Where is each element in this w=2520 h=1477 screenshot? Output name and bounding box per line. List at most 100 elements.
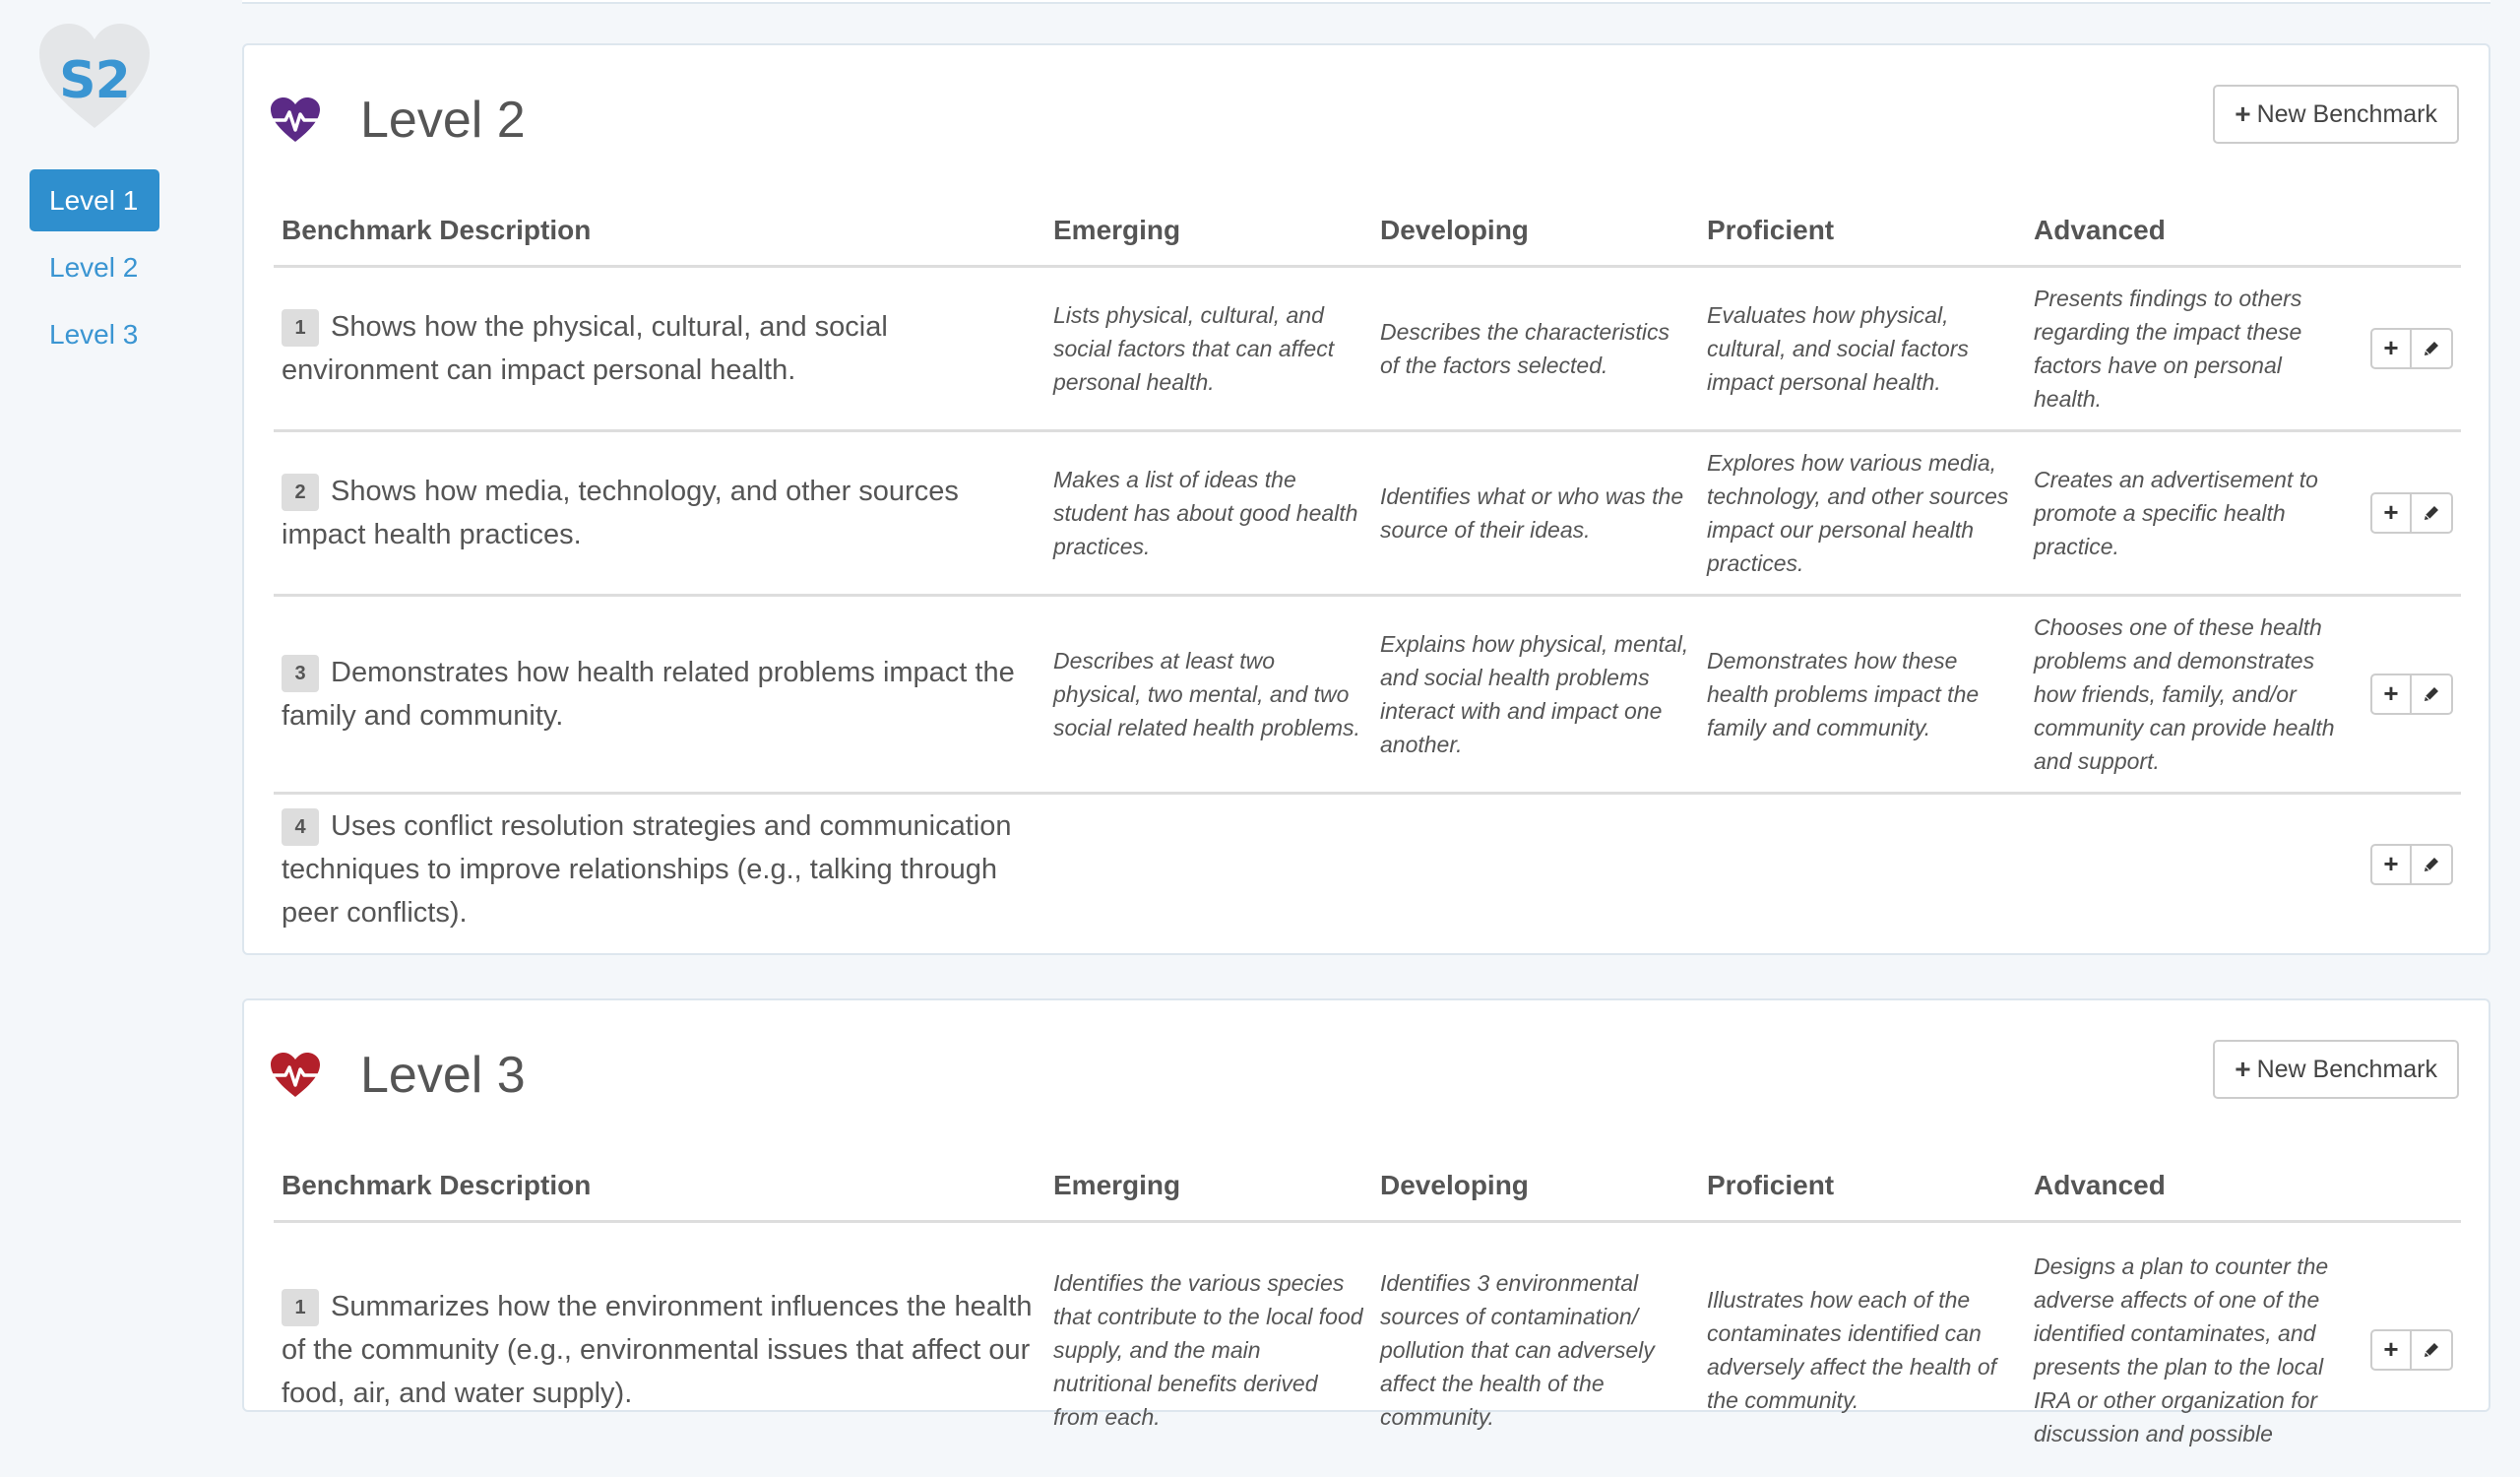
advanced-cell: Creates an advertisement to promote a sp…	[2026, 430, 2353, 597]
sidebar-item-level-2[interactable]: Level 2	[30, 236, 159, 298]
level-panel-3: Level 3 + New Benchmark Benchmark Descri…	[242, 998, 2490, 1446]
panel-header: Level 2	[270, 81, 526, 160]
benchmark-text: Shows how the physical, cultural, and so…	[282, 310, 888, 386]
proficient-cell: Demonstrates how these health problems i…	[1699, 595, 2026, 795]
col-header-description: Benchmark Description	[274, 193, 1045, 268]
benchmark-text: Demonstrates how health related problems…	[282, 656, 1015, 732]
advanced-cell: Presents findings to others regarding th…	[2026, 266, 2353, 432]
emerging-cell	[1045, 793, 1372, 950]
add-button[interactable]: +	[2370, 327, 2412, 369]
row-actions: +	[2361, 673, 2453, 715]
row-actions: +	[2361, 327, 2453, 369]
benchmark-table: Benchmark Description Emerging Developin…	[274, 1148, 2461, 1477]
col-header-proficient: Proficient	[1699, 1148, 2026, 1223]
sidebar: S2 Level 1 Level 2 Level 3	[0, 0, 197, 1375]
col-header-actions	[2353, 1148, 2461, 1223]
developing-cell: Identifies 3 environmental sources of co…	[1380, 1269, 1655, 1430]
edit-button[interactable]	[2412, 1328, 2453, 1371]
add-button[interactable]: +	[2370, 491, 2412, 534]
row-actions: +	[2361, 491, 2453, 534]
actions-cell: +	[2353, 595, 2461, 795]
developing-cell: Identifies what or who was the source of…	[1372, 430, 1699, 597]
logo-text: S2	[59, 51, 131, 110]
proficient-cell: Evaluates how physical, cultural, and so…	[1699, 266, 2026, 432]
plus-icon: +	[2383, 1334, 2399, 1365]
benchmark-text: Summarizes how the environment influence…	[282, 1290, 1033, 1409]
developing-cell	[1372, 793, 1699, 950]
advanced-cell	[2026, 793, 2353, 950]
pencil-icon	[2425, 857, 2438, 871]
emerging-cell: Lists physical, cultural, and social fac…	[1045, 266, 1372, 432]
table-row: 3 Demonstrates how health related problem…	[274, 595, 2461, 795]
new-benchmark-button[interactable]: + New Benchmark	[2213, 1040, 2459, 1099]
developing-cell: Describes the characteristics of the fac…	[1372, 266, 1699, 432]
col-header-proficient: Proficient	[1699, 193, 2026, 268]
add-button[interactable]: +	[2370, 1328, 2412, 1371]
actions-cell: +	[2353, 430, 2461, 597]
row-actions: +	[2361, 1328, 2453, 1371]
benchmark-description: 1 Summarizes how the environment influenc…	[274, 1221, 1045, 1477]
pencil-icon	[2425, 505, 2438, 520]
panel-header: Level 3	[270, 1036, 526, 1115]
col-header-advanced: Advanced	[2026, 193, 2353, 268]
heartbeat-icon	[271, 97, 320, 142]
benchmark-text: Uses conflict resolution strategies and …	[282, 809, 1012, 929]
benchmark-number: 2	[282, 473, 319, 511]
previous-panel-edge	[242, 0, 2490, 4]
benchmark-description: 2 Shows how media, technology, and other …	[274, 430, 1045, 597]
sidebar-item-level-3[interactable]: Level 3	[30, 303, 159, 365]
col-header-developing: Developing	[1372, 1148, 1699, 1223]
plus-icon: +	[2383, 678, 2399, 708]
col-header-emerging: Emerging	[1045, 193, 1372, 268]
plus-icon: +	[2383, 849, 2399, 878]
pencil-icon	[2425, 1342, 2438, 1357]
sidebar-item-level-1[interactable]: Level 1	[30, 169, 159, 231]
benchmark-number: 1	[282, 1288, 319, 1326]
table-row: 1 Summarizes how the environment influenc…	[274, 1221, 2461, 1477]
col-header-advanced: Advanced	[2026, 1148, 2353, 1223]
panel-title: Level 2	[360, 92, 526, 149]
pencil-icon	[2425, 686, 2438, 701]
benchmark-number: 3	[282, 654, 319, 692]
benchmark-description: 1 Shows how the physical, cultural, and s…	[274, 266, 1045, 432]
actions-cell: +	[2353, 1221, 2461, 1477]
level-nav: Level 1 Level 2 Level 3	[30, 169, 159, 370]
developing-cell: Explains how physical, mental, and socia…	[1372, 595, 1699, 795]
plus-icon: +	[2383, 497, 2399, 527]
table-header-row: Benchmark Description Emerging Developin…	[274, 193, 2461, 268]
benchmark-number: 1	[282, 308, 319, 347]
col-header-emerging: Emerging	[1045, 1148, 1372, 1223]
new-benchmark-label: New Benchmark	[2256, 99, 2437, 128]
new-benchmark-label: New Benchmark	[2256, 1055, 2437, 1083]
pencil-icon	[2425, 341, 2438, 355]
edit-button[interactable]	[2412, 327, 2453, 369]
col-header-description: Benchmark Description	[274, 1148, 1045, 1223]
col-header-developing: Developing	[1372, 193, 1699, 268]
benchmark-text: Shows how media, technology, and other s…	[282, 475, 959, 550]
advanced-cell: Chooses one of these health problems and…	[2026, 595, 2353, 795]
add-button[interactable]: +	[2370, 673, 2412, 715]
emerging-cell: Makes a list of ideas the student has ab…	[1045, 430, 1372, 597]
new-benchmark-button[interactable]: + New Benchmark	[2213, 85, 2459, 144]
benchmark-table: Benchmark Description Emerging Developin…	[274, 193, 2461, 950]
edit-button[interactable]	[2412, 843, 2453, 885]
benchmark-description: 3 Demonstrates how health related problem…	[274, 595, 1045, 795]
row-actions: +	[2361, 843, 2453, 885]
plus-icon: +	[2235, 1054, 2251, 1084]
emerging-cell: Identifies the various species that cont…	[1053, 1269, 1363, 1430]
table-header-row: Benchmark Description Emerging Developin…	[274, 1148, 2461, 1223]
edit-button[interactable]	[2412, 491, 2453, 534]
proficient-cell	[1699, 793, 2026, 950]
table-row: 1 Shows how the physical, cultural, and s…	[274, 266, 2461, 432]
col-header-actions	[2353, 193, 2461, 268]
actions-cell: +	[2353, 266, 2461, 432]
edit-button[interactable]	[2412, 673, 2453, 715]
proficient-cell: Illustrates how each of the contaminates…	[1707, 1286, 1997, 1413]
advanced-cell: Designs a plan to counter the adverse af…	[2034, 1252, 2329, 1446]
heartbeat-icon	[271, 1053, 320, 1097]
panel-title: Level 3	[360, 1047, 526, 1104]
add-button[interactable]: +	[2370, 843, 2412, 885]
proficient-cell: Explores how various media, technology, …	[1699, 430, 2026, 597]
benchmark-description: 4 Uses conflict resolution strategies and…	[274, 793, 1045, 950]
app-logo[interactable]: S2	[37, 22, 152, 132]
